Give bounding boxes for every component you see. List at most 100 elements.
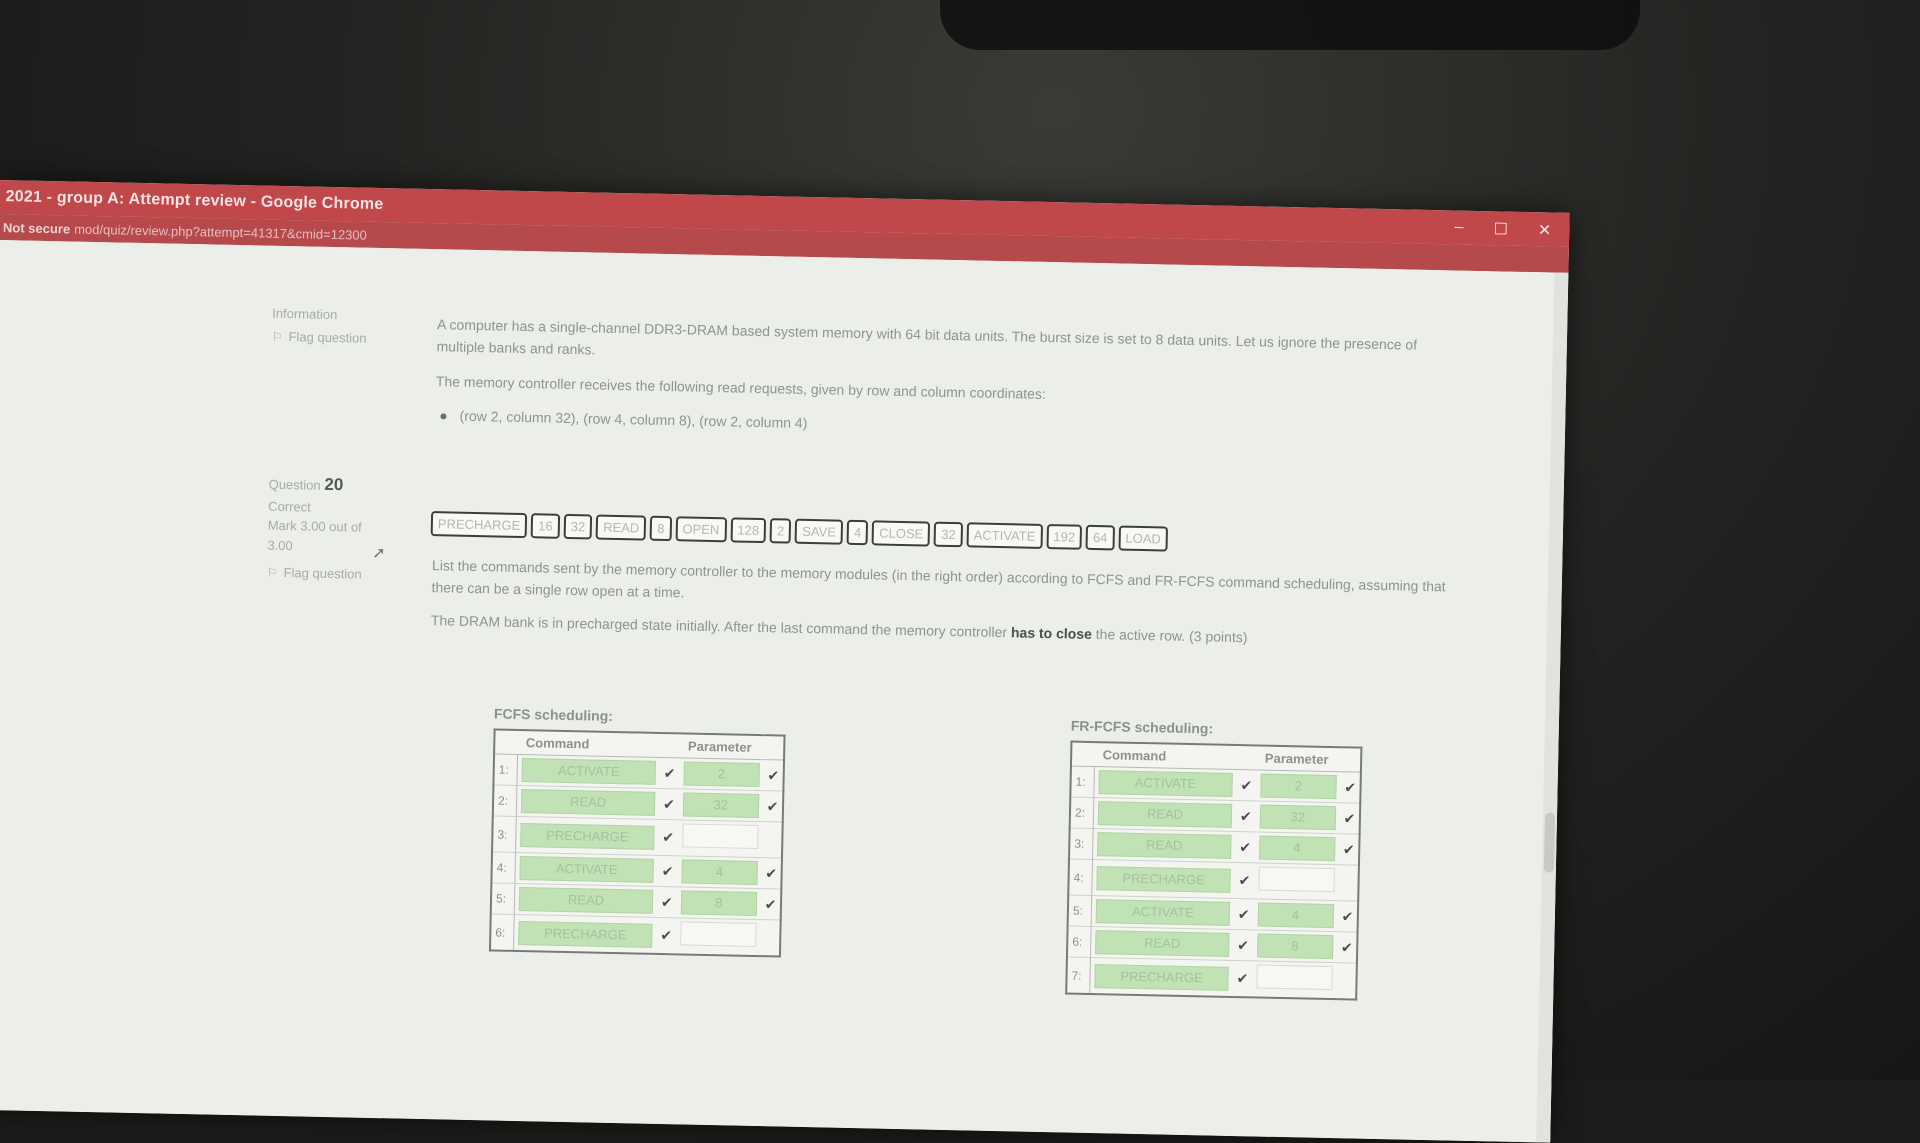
- correct-check-icon: ✔: [1236, 769, 1257, 801]
- command-dropzone[interactable]: READ: [1097, 832, 1232, 859]
- note-text-bold: has to close: [1010, 624, 1093, 642]
- parameter-dropzone[interactable]: 4: [1258, 835, 1336, 862]
- drag-chip[interactable]: SAVE: [794, 518, 844, 545]
- instructions: List the commands sent by the memory con…: [430, 554, 1462, 663]
- maximize-button[interactable]: ☐: [1493, 219, 1508, 239]
- question-number: 20: [324, 474, 344, 495]
- drag-chip[interactable]: 2: [769, 518, 792, 544]
- drag-chip[interactable]: ACTIVATE: [966, 522, 1043, 549]
- monitor-bezel: [940, 0, 1640, 50]
- correct-check-icon: ✔: [657, 819, 679, 856]
- flag-label: Flag question: [283, 565, 362, 582]
- drag-chip[interactable]: 64: [1085, 524, 1115, 551]
- correct-check-icon: ✔: [659, 757, 680, 789]
- url-text[interactable]: mod/quiz/review.php?attempt=41317&cmid=1…: [74, 221, 367, 242]
- correct-check-icon: ✔: [655, 917, 677, 955]
- correct-check-icon: ✔: [656, 886, 678, 918]
- flag-icon: ⚐: [266, 565, 278, 580]
- info-block: Information ⚐ Flag question: [272, 306, 368, 346]
- correct-check-icon: ✔: [657, 855, 678, 887]
- question-number-line: Question 20: [268, 471, 379, 499]
- parameter-dropzone[interactable]: 4: [1257, 902, 1334, 929]
- command-dropzone[interactable]: ACTIVATE: [1095, 899, 1231, 926]
- fcfs-table: Command Parameter 1: ACTIVATE ✔ 2 ✔ 2: R…: [488, 728, 787, 958]
- column-header-parameter: Parameter: [1256, 745, 1342, 772]
- page-content: Information ⚐ Flag question A computer h…: [0, 239, 1569, 1143]
- drag-word-bank: PRECHARGE 16 32 READ 8 OPEN 128 2 SAVE 4…: [430, 511, 1169, 552]
- note-text-post: the active row. (3 points): [1091, 625, 1248, 646]
- security-indicator[interactable]: Not secure: [3, 220, 71, 236]
- command-dropzone[interactable]: ACTIVATE: [1098, 770, 1233, 797]
- window-controls: – ☐ ✕: [1454, 218, 1552, 240]
- command-dropzone[interactable]: PRECHARGE: [1096, 865, 1231, 893]
- problem-statement: A computer has a single-channel DDR3-DRA…: [435, 313, 1467, 448]
- drag-chip[interactable]: 32: [933, 521, 963, 548]
- correct-check-icon: ✔: [1234, 862, 1255, 899]
- command-dropzone[interactable]: PRECHARGE: [518, 920, 653, 948]
- parameter-dropzone[interactable]: 32: [682, 792, 760, 819]
- info-flag-question[interactable]: ⚐ Flag question: [272, 329, 367, 346]
- info-label: Information: [272, 305, 338, 323]
- frfcfs-title: FR-FCFS scheduling:: [1070, 717, 1214, 737]
- drag-chip[interactable]: CLOSE: [871, 520, 931, 547]
- request-list-item: ● (row 2, column 32), (row 4, column 8),…: [439, 404, 1465, 448]
- drag-chip[interactable]: READ: [595, 514, 647, 541]
- drag-chip[interactable]: 4: [846, 519, 869, 546]
- column-header-command: Command: [517, 729, 661, 758]
- request-list-text: (row 2, column 32), (row 4, column 8), (…: [459, 407, 808, 432]
- parameter-dropzone[interactable]: [1258, 866, 1335, 893]
- row-number: 5:: [1067, 895, 1092, 927]
- window-title: 2021 - group A: Attempt review - Google …: [5, 188, 384, 214]
- drag-chip[interactable]: 16: [530, 513, 560, 539]
- drag-chip[interactable]: 128: [730, 517, 767, 544]
- parameter-dropzone[interactable]: 32: [1259, 804, 1336, 831]
- parameter-dropzone[interactable]: 2: [683, 761, 760, 788]
- command-dropzone[interactable]: READ: [520, 789, 656, 816]
- row-number: 3:: [1069, 828, 1094, 860]
- scrollbar-thumb[interactable]: [1543, 812, 1556, 873]
- note-text-pre: The DRAM bank is in precharged state ini…: [430, 611, 1012, 641]
- minimize-button[interactable]: –: [1454, 218, 1464, 238]
- correct-check-icon: ✔: [1339, 802, 1361, 835]
- table-row: 7: PRECHARGE ✔: [1066, 957, 1358, 1000]
- parameter-dropzone[interactable]: 2: [1260, 773, 1337, 800]
- command-dropzone[interactable]: ACTIVATE: [519, 856, 654, 883]
- command-dropzone[interactable]: READ: [1095, 930, 1230, 957]
- parameter-dropzone[interactable]: [681, 823, 759, 850]
- column-header-command: Command: [1094, 742, 1238, 770]
- command-dropzone[interactable]: READ: [1097, 801, 1233, 828]
- question-status: Correct: [268, 498, 312, 515]
- row-number: 3:: [492, 815, 517, 853]
- parameter-dropzone[interactable]: 8: [680, 890, 757, 917]
- command-dropzone[interactable]: READ: [518, 887, 654, 914]
- parameter-dropzone[interactable]: 4: [681, 859, 758, 886]
- drag-chip[interactable]: 8: [650, 515, 672, 542]
- drag-chip[interactable]: 192: [1046, 523, 1083, 550]
- command-dropzone[interactable]: ACTIVATE: [521, 758, 656, 785]
- row-number: 6:: [489, 913, 515, 951]
- drag-chip[interactable]: PRECHARGE: [430, 511, 528, 539]
- command-dropzone[interactable]: PRECHARGE: [520, 822, 655, 850]
- table-row: 4: PRECHARGE ✔: [1068, 859, 1360, 902]
- correct-check-icon: ✔: [1235, 800, 1257, 832]
- flag-label: Flag question: [288, 329, 367, 346]
- correct-check-icon: ✔: [1336, 931, 1359, 964]
- row-number: 2:: [1069, 797, 1094, 829]
- parameter-dropzone[interactable]: [1256, 964, 1333, 991]
- drag-chip[interactable]: LOAD: [1118, 525, 1169, 552]
- parameter-dropzone[interactable]: [679, 921, 757, 947]
- drag-chip[interactable]: 32: [563, 513, 593, 540]
- command-dropzone[interactable]: PRECHARGE: [1094, 963, 1229, 991]
- drag-chip[interactable]: OPEN: [675, 516, 727, 543]
- question-label: Question: [268, 476, 321, 493]
- correct-check-icon: ✔: [1339, 771, 1362, 804]
- correct-check-icon: ✔: [760, 888, 782, 921]
- correct-check-icon: ✔: [1232, 929, 1254, 961]
- parameter-dropzone[interactable]: 8: [1256, 933, 1334, 960]
- question-mark: Mark 3.00 out of 3.00: [267, 517, 362, 553]
- question-info: Question 20 Correct Mark 3.00 out of 3.0…: [267, 471, 379, 585]
- question-flag[interactable]: ⚐ Flag question: [267, 563, 377, 585]
- close-button[interactable]: ✕: [1538, 220, 1552, 240]
- fcfs-title: FCFS scheduling:: [493, 705, 614, 724]
- bullet-icon: ●: [438, 407, 448, 424]
